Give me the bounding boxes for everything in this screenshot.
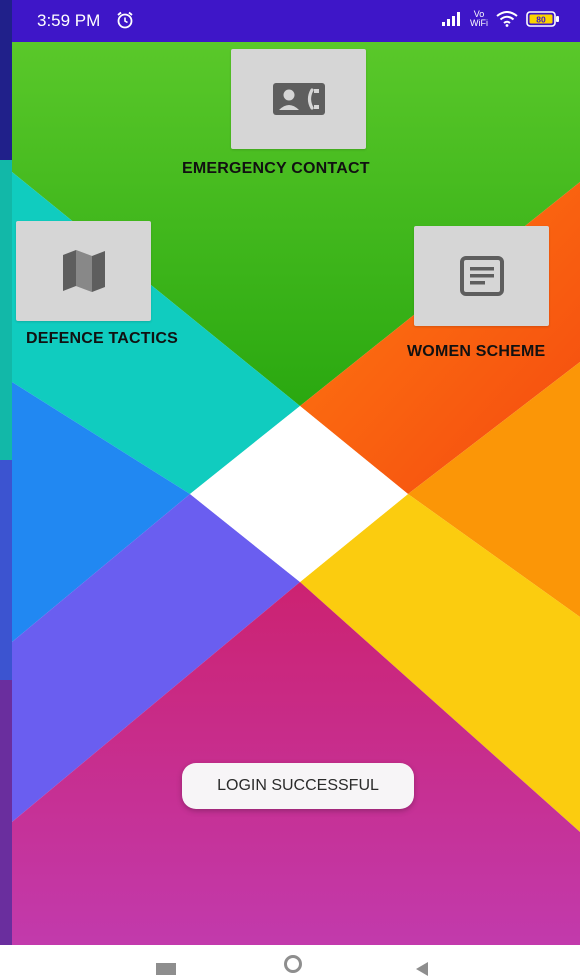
edge-segment	[0, 460, 12, 680]
screen-edge-left	[0, 0, 12, 945]
article-icon	[459, 256, 504, 296]
defence-tactics-tile[interactable]	[16, 221, 151, 321]
edge-segment	[0, 160, 12, 460]
emergency-contact-tile[interactable]	[231, 49, 366, 149]
wifi-icon	[496, 11, 518, 27]
contact-phone-icon	[272, 83, 325, 115]
toast-message: LOGIN SUCCESSFUL	[217, 777, 379, 794]
emergency-contact-label[interactable]: EMERGENCY CONTACT	[182, 160, 370, 178]
battery-level: 80	[536, 14, 546, 24]
battery-icon: 80	[526, 11, 559, 27]
vowifi-badge: Vo WiFi	[470, 10, 488, 28]
circle-home-icon[interactable]	[284, 955, 302, 973]
app-screen: 3:59 PM Vo WiFi 80 EMERGENCY CONTACT DEF…	[12, 0, 580, 945]
women-scheme-label[interactable]: WOMEN SCHEME	[407, 343, 545, 361]
navigation-bar	[0, 945, 580, 976]
women-scheme-tile[interactable]	[414, 226, 549, 326]
status-icons: Vo WiFi 80	[442, 10, 560, 28]
triangle-back-icon[interactable]	[416, 962, 428, 976]
status-time: 3:59 PM	[37, 11, 101, 30]
map-icon	[62, 250, 105, 292]
edge-segment	[0, 680, 12, 945]
status-bar: 3:59 PM Vo WiFi 80	[12, 0, 580, 42]
square-recents-icon[interactable]	[156, 963, 176, 975]
login-toast: LOGIN SUCCESSFUL	[182, 763, 414, 809]
defence-tactics-label[interactable]: DEFENCE TACTICS	[26, 330, 178, 348]
alarm-clock-icon	[117, 11, 133, 29]
signal-icon	[442, 12, 460, 26]
wifi-label: WiFi	[470, 18, 488, 28]
